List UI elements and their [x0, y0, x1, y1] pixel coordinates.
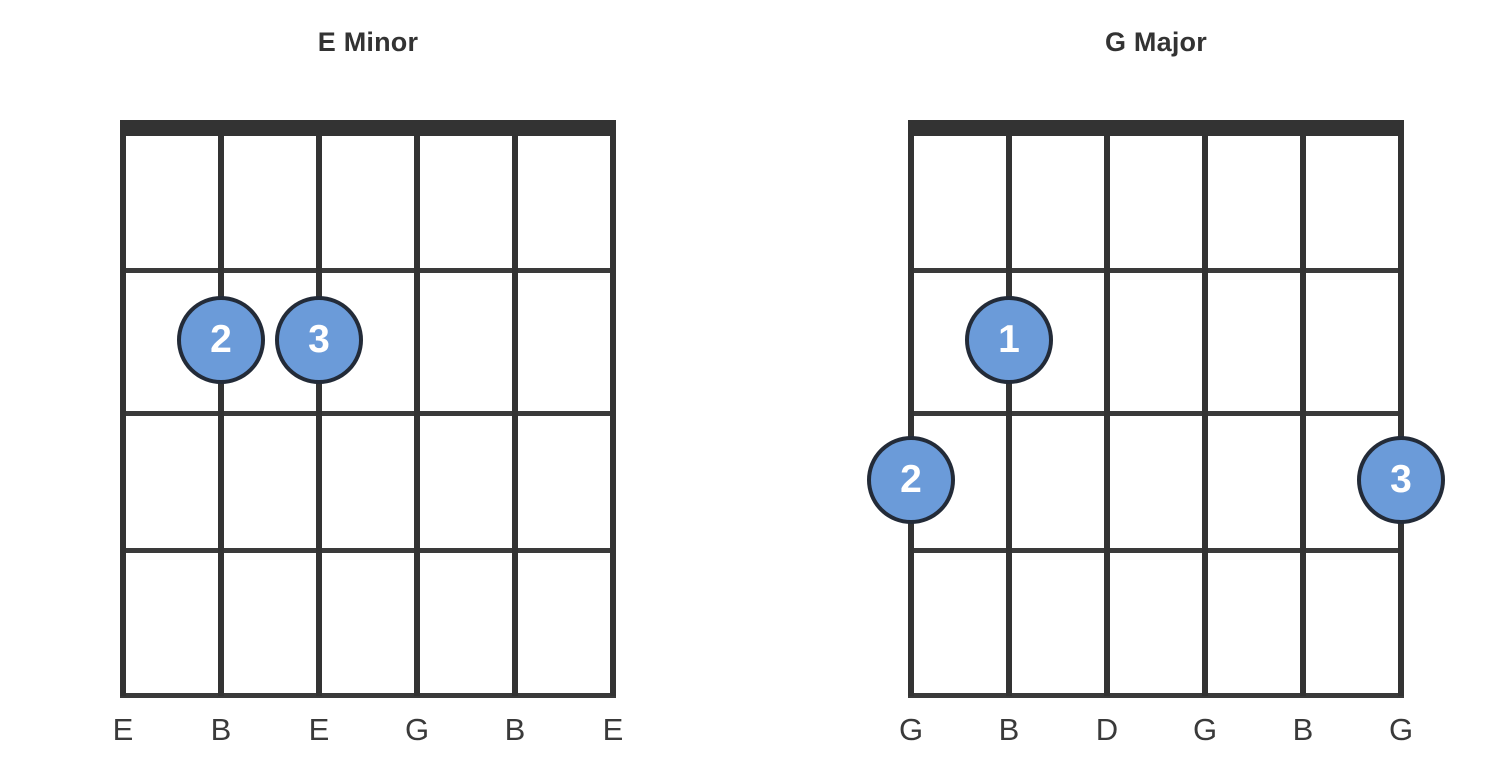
- string-line: [1300, 120, 1306, 696]
- string-label: E: [112, 712, 134, 747]
- string-line: [1398, 120, 1404, 696]
- string-line: [908, 120, 914, 696]
- string-line: [1202, 120, 1208, 696]
- string-label: G: [404, 712, 430, 747]
- string-line: [218, 120, 224, 696]
- string-line: [120, 120, 126, 696]
- fretboard: [908, 120, 1404, 698]
- finger-dot[interactable]: 2: [867, 435, 955, 524]
- string-label: B: [1292, 712, 1314, 747]
- chord-diagram: G Major 1 2 3 G B D G B G: [848, 0, 1464, 768]
- chord-diagram: E Minor 2 3 E B E G B E: [60, 0, 676, 768]
- fret-line: [120, 693, 616, 698]
- finger-dot[interactable]: 3: [275, 295, 363, 384]
- string-label: G: [1192, 712, 1218, 747]
- fret-line: [120, 268, 616, 273]
- chord-title: G Major: [1105, 27, 1207, 57]
- string-line: [512, 120, 518, 696]
- string-line: [1006, 120, 1012, 696]
- chord-chart-canvas: E Minor 2 3 E B E G B E G Major 1 2 3 G B D G B G: [0, 0, 1500, 768]
- string-line: [1104, 120, 1110, 696]
- string-line: [316, 120, 322, 696]
- string-label: G: [898, 712, 924, 747]
- fret-line: [908, 693, 1404, 698]
- string-label: B: [998, 712, 1020, 747]
- finger-dot[interactable]: 3: [1357, 435, 1445, 524]
- fretboard: [120, 120, 616, 698]
- nut: [120, 120, 616, 136]
- fret-line: [120, 411, 616, 416]
- chord-title: E Minor: [317, 27, 419, 57]
- finger-dot[interactable]: 2: [177, 295, 265, 384]
- string-label: G: [1388, 712, 1414, 747]
- fret-line: [908, 268, 1404, 273]
- string-label: E: [602, 712, 624, 747]
- finger-dot[interactable]: 1: [965, 295, 1053, 384]
- fret-line: [120, 548, 616, 553]
- string-label: E: [308, 712, 330, 747]
- string-line: [610, 120, 616, 696]
- string-label: D: [1095, 712, 1119, 747]
- string-line: [414, 120, 420, 696]
- fret-line: [908, 411, 1404, 416]
- nut: [908, 120, 1404, 136]
- string-label: B: [210, 712, 232, 747]
- string-label: B: [504, 712, 526, 747]
- fret-line: [908, 548, 1404, 553]
